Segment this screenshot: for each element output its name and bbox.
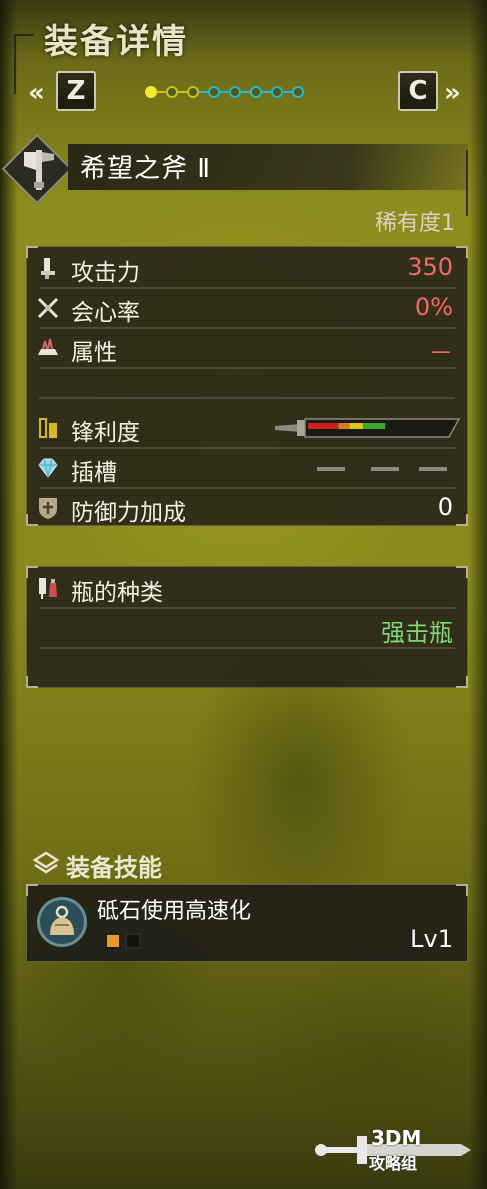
stat-row-affinity[interactable]: 会心率 0% xyxy=(27,289,467,327)
sharpness-segment xyxy=(308,423,339,429)
stat-value: 350 xyxy=(407,253,453,281)
sharpness-segment xyxy=(338,423,350,429)
skill-level-pip-empty xyxy=(125,933,141,949)
page-indicator-connector xyxy=(178,91,187,93)
stat-value: － xyxy=(429,339,453,367)
page-indicator-connector xyxy=(157,91,166,93)
skill-badge xyxy=(37,897,87,947)
weapon-header: 希望之斧 Ⅱ xyxy=(0,133,487,205)
affinity-icon xyxy=(37,297,59,319)
divider xyxy=(39,647,455,649)
divider xyxy=(39,367,455,369)
watermark-logo: 3DM 攻略组 xyxy=(311,1122,471,1178)
empty-slot xyxy=(317,467,345,471)
page-indicator-connector xyxy=(241,91,250,93)
panel-corner xyxy=(26,676,38,688)
prev-page-key-button[interactable]: Z xyxy=(56,71,96,111)
stat-row-attack[interactable]: 攻击力 350 xyxy=(27,249,467,287)
rarity-label: 稀有度1 xyxy=(375,211,455,236)
stat-value: 0% xyxy=(414,293,453,321)
page-navigator: « Z C » xyxy=(0,68,487,118)
attack-icon xyxy=(41,258,55,279)
skill-level: Lv1 xyxy=(410,925,453,953)
stat-row-defense[interactable]: 防御力加成 0 xyxy=(27,489,467,527)
page-dot[interactable] xyxy=(271,86,283,98)
stat-label: 锋利度 xyxy=(71,420,140,446)
empty-slot xyxy=(419,467,447,471)
gem-slot-icon xyxy=(38,458,58,478)
skill-name: 砥石使用高速化 xyxy=(97,899,252,924)
page-dot[interactable] xyxy=(229,86,241,98)
page-dot[interactable] xyxy=(292,86,304,98)
watermark-subtext: 攻略组 xyxy=(369,1154,418,1173)
sharpness-segment xyxy=(363,423,386,429)
watermark-text: 3DM xyxy=(371,1126,422,1150)
phial-value-row: 强击瓶 xyxy=(27,609,467,647)
weapon-name: 希望之斧 Ⅱ xyxy=(80,154,212,184)
whetstone-icon xyxy=(50,905,74,935)
stats-panel: 攻击力 350 会心率 0% 属性 － 锋利度 插槽 防御力加成 0 xyxy=(26,246,468,526)
page-dot[interactable] xyxy=(250,86,262,98)
element-icon xyxy=(38,338,58,355)
stat-label: 防御力加成 xyxy=(71,500,186,526)
page-title: 装备详情 xyxy=(44,22,188,62)
next-chevron-icon[interactable]: » xyxy=(444,78,461,108)
page-indicator xyxy=(145,83,304,101)
page-dot[interactable] xyxy=(166,86,178,98)
stat-label: 会心率 xyxy=(71,300,140,326)
frame-line-top xyxy=(14,34,34,36)
empty-slot xyxy=(371,467,399,471)
switch-axe-icon xyxy=(24,150,54,190)
page-indicator-connector xyxy=(283,91,292,93)
sharpness-icon xyxy=(39,418,57,438)
skill-stack-icon xyxy=(32,851,60,874)
prev-chevron-icon[interactable]: « xyxy=(28,78,45,108)
stat-row-slots[interactable]: 插槽 xyxy=(27,449,467,487)
next-page-key-button[interactable]: C xyxy=(398,71,438,111)
stat-row-element[interactable]: 属性 － xyxy=(27,329,467,367)
stat-row-sharpness[interactable]: 锋利度 xyxy=(27,409,467,447)
panel-corner xyxy=(456,676,468,688)
phial-icon xyxy=(39,578,57,599)
skill-level-pip-filled xyxy=(105,933,121,949)
stat-value: 0 xyxy=(437,493,453,521)
sharpness-gauge xyxy=(275,418,461,438)
phial-label: 瓶的种类 xyxy=(71,580,163,606)
phial-panel: 瓶的种类 强击瓶 xyxy=(26,566,468,688)
stat-label: 攻击力 xyxy=(71,260,140,286)
skills-title: 装备技能 xyxy=(66,854,162,882)
page-dot-active[interactable] xyxy=(145,86,157,98)
page-dot[interactable] xyxy=(187,86,199,98)
page-indicator-connector xyxy=(220,91,229,93)
phial-row[interactable]: 瓶的种类 xyxy=(27,569,467,607)
stat-label: 插槽 xyxy=(71,460,117,486)
skill-card[interactable]: 砥石使用高速化 Lv1 xyxy=(26,884,468,962)
panel-corner xyxy=(456,884,468,896)
stat-label: 属性 xyxy=(71,340,117,366)
divider xyxy=(39,397,455,399)
defense-icon xyxy=(39,498,57,519)
sharpness-segment xyxy=(349,423,364,429)
panel-corner xyxy=(26,884,38,896)
phial-value: 强击瓶 xyxy=(381,619,453,647)
page-indicator-connector xyxy=(262,91,271,93)
page-indicator-connector xyxy=(199,91,208,93)
page-dot[interactable] xyxy=(208,86,220,98)
